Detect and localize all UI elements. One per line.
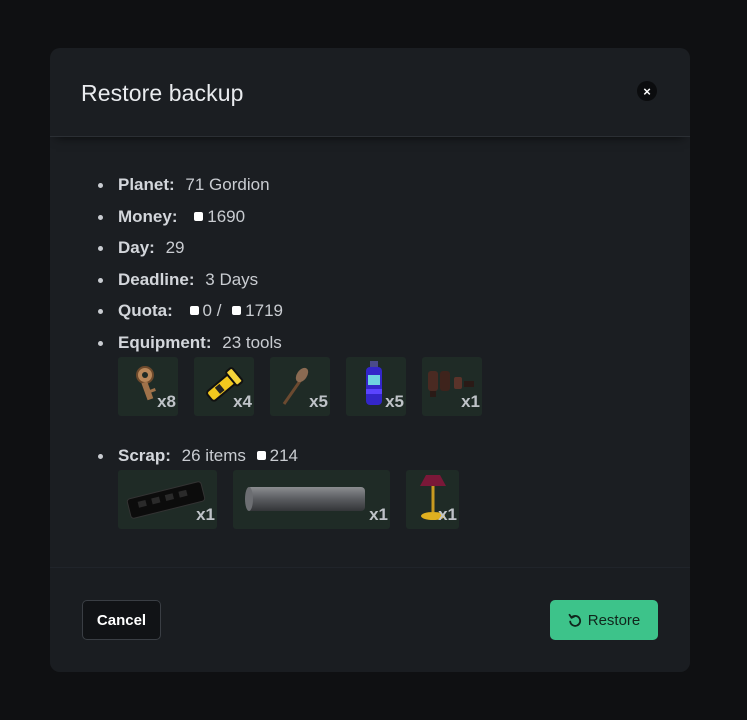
item-count: x1 — [461, 391, 480, 411]
day-row: Day: 29 — [98, 238, 658, 258]
deadline-value: 3 Days — [205, 269, 259, 289]
deadline-label: Deadline: — [118, 269, 195, 289]
deadline-row: Deadline: 3 Days — [98, 270, 658, 290]
item-count: x1 — [196, 504, 215, 524]
scrap-items: x1 x1 x1 — [118, 469, 658, 529]
equipment-item: x4 — [194, 356, 254, 416]
quota-row: Quota: 0 / 1719 — [98, 301, 658, 321]
equipment-label: Equipment: — [118, 332, 212, 352]
item-count: x5 — [309, 391, 328, 411]
scrap-value: 26 items — [181, 445, 246, 465]
equipment-item: x5 — [346, 356, 406, 416]
close-button[interactable]: × — [637, 81, 657, 101]
credits-icon — [189, 306, 199, 315]
cancel-button[interactable]: Cancel — [82, 600, 161, 640]
day-value: 29 — [165, 238, 185, 257]
quota-label: Quota: — [118, 301, 173, 320]
item-count: x5 — [385, 391, 404, 411]
planet-row: Planet: 71 Gordion — [98, 175, 658, 195]
scrap-row: Scrap: 26 items 214 x1 x1 x1 — [98, 446, 658, 529]
scrap-item: x1 — [118, 469, 217, 529]
money-value: 1690 — [207, 206, 246, 226]
dialog-title: Restore backup — [81, 80, 244, 106]
scrap-item: x1 — [406, 469, 459, 529]
item-count: x4 — [233, 391, 252, 411]
equipment-item: x1 — [422, 356, 482, 416]
credits-icon — [232, 306, 242, 315]
dialog-body: Planet: 71 Gordion Money: 1690 Day: 29 D… — [50, 137, 690, 567]
backup-info-list: Planet: 71 Gordion Money: 1690 Day: 29 D… — [98, 175, 658, 540]
restore-button[interactable]: Restore — [550, 600, 658, 640]
dialog-footer: Cancel Restore — [50, 567, 690, 672]
equipment-item: x8 — [118, 356, 178, 416]
undo-icon — [568, 613, 581, 627]
quota-current: 0 / — [202, 301, 222, 320]
restore-backup-dialog: Restore backup × Planet: 71 Gordion Mone… — [50, 48, 690, 672]
money-label: Money: — [118, 206, 178, 226]
money-row: Money: 1690 — [98, 207, 658, 227]
pipe-icon — [245, 486, 365, 511]
equipment-value: 23 tools — [222, 332, 282, 352]
equipment-item: x5 — [270, 356, 330, 416]
planet-value: 71 Gordion — [185, 175, 270, 194]
item-count: x1 — [438, 504, 457, 524]
scrap-total: 214 — [269, 445, 299, 465]
credits-icon — [194, 211, 204, 221]
equipment-items: x8 x4 x5 x5 x1 — [118, 356, 658, 416]
equipment-row: Equipment: 23 tools x8 x4 x5 x5 x1 — [98, 333, 658, 416]
close-icon: × — [643, 83, 651, 99]
item-count: x1 — [369, 504, 388, 524]
item-count: x8 — [157, 391, 176, 411]
dialog-header: Restore backup × — [50, 48, 690, 137]
day-label: Day: — [118, 238, 155, 257]
scrap-item: x1 — [233, 469, 390, 529]
quota-target: 1719 — [245, 301, 283, 320]
restore-label: Restore — [587, 611, 641, 629]
scrap-label: Scrap: — [118, 445, 171, 465]
planet-label: Planet: — [118, 175, 175, 194]
credits-icon — [256, 450, 266, 460]
